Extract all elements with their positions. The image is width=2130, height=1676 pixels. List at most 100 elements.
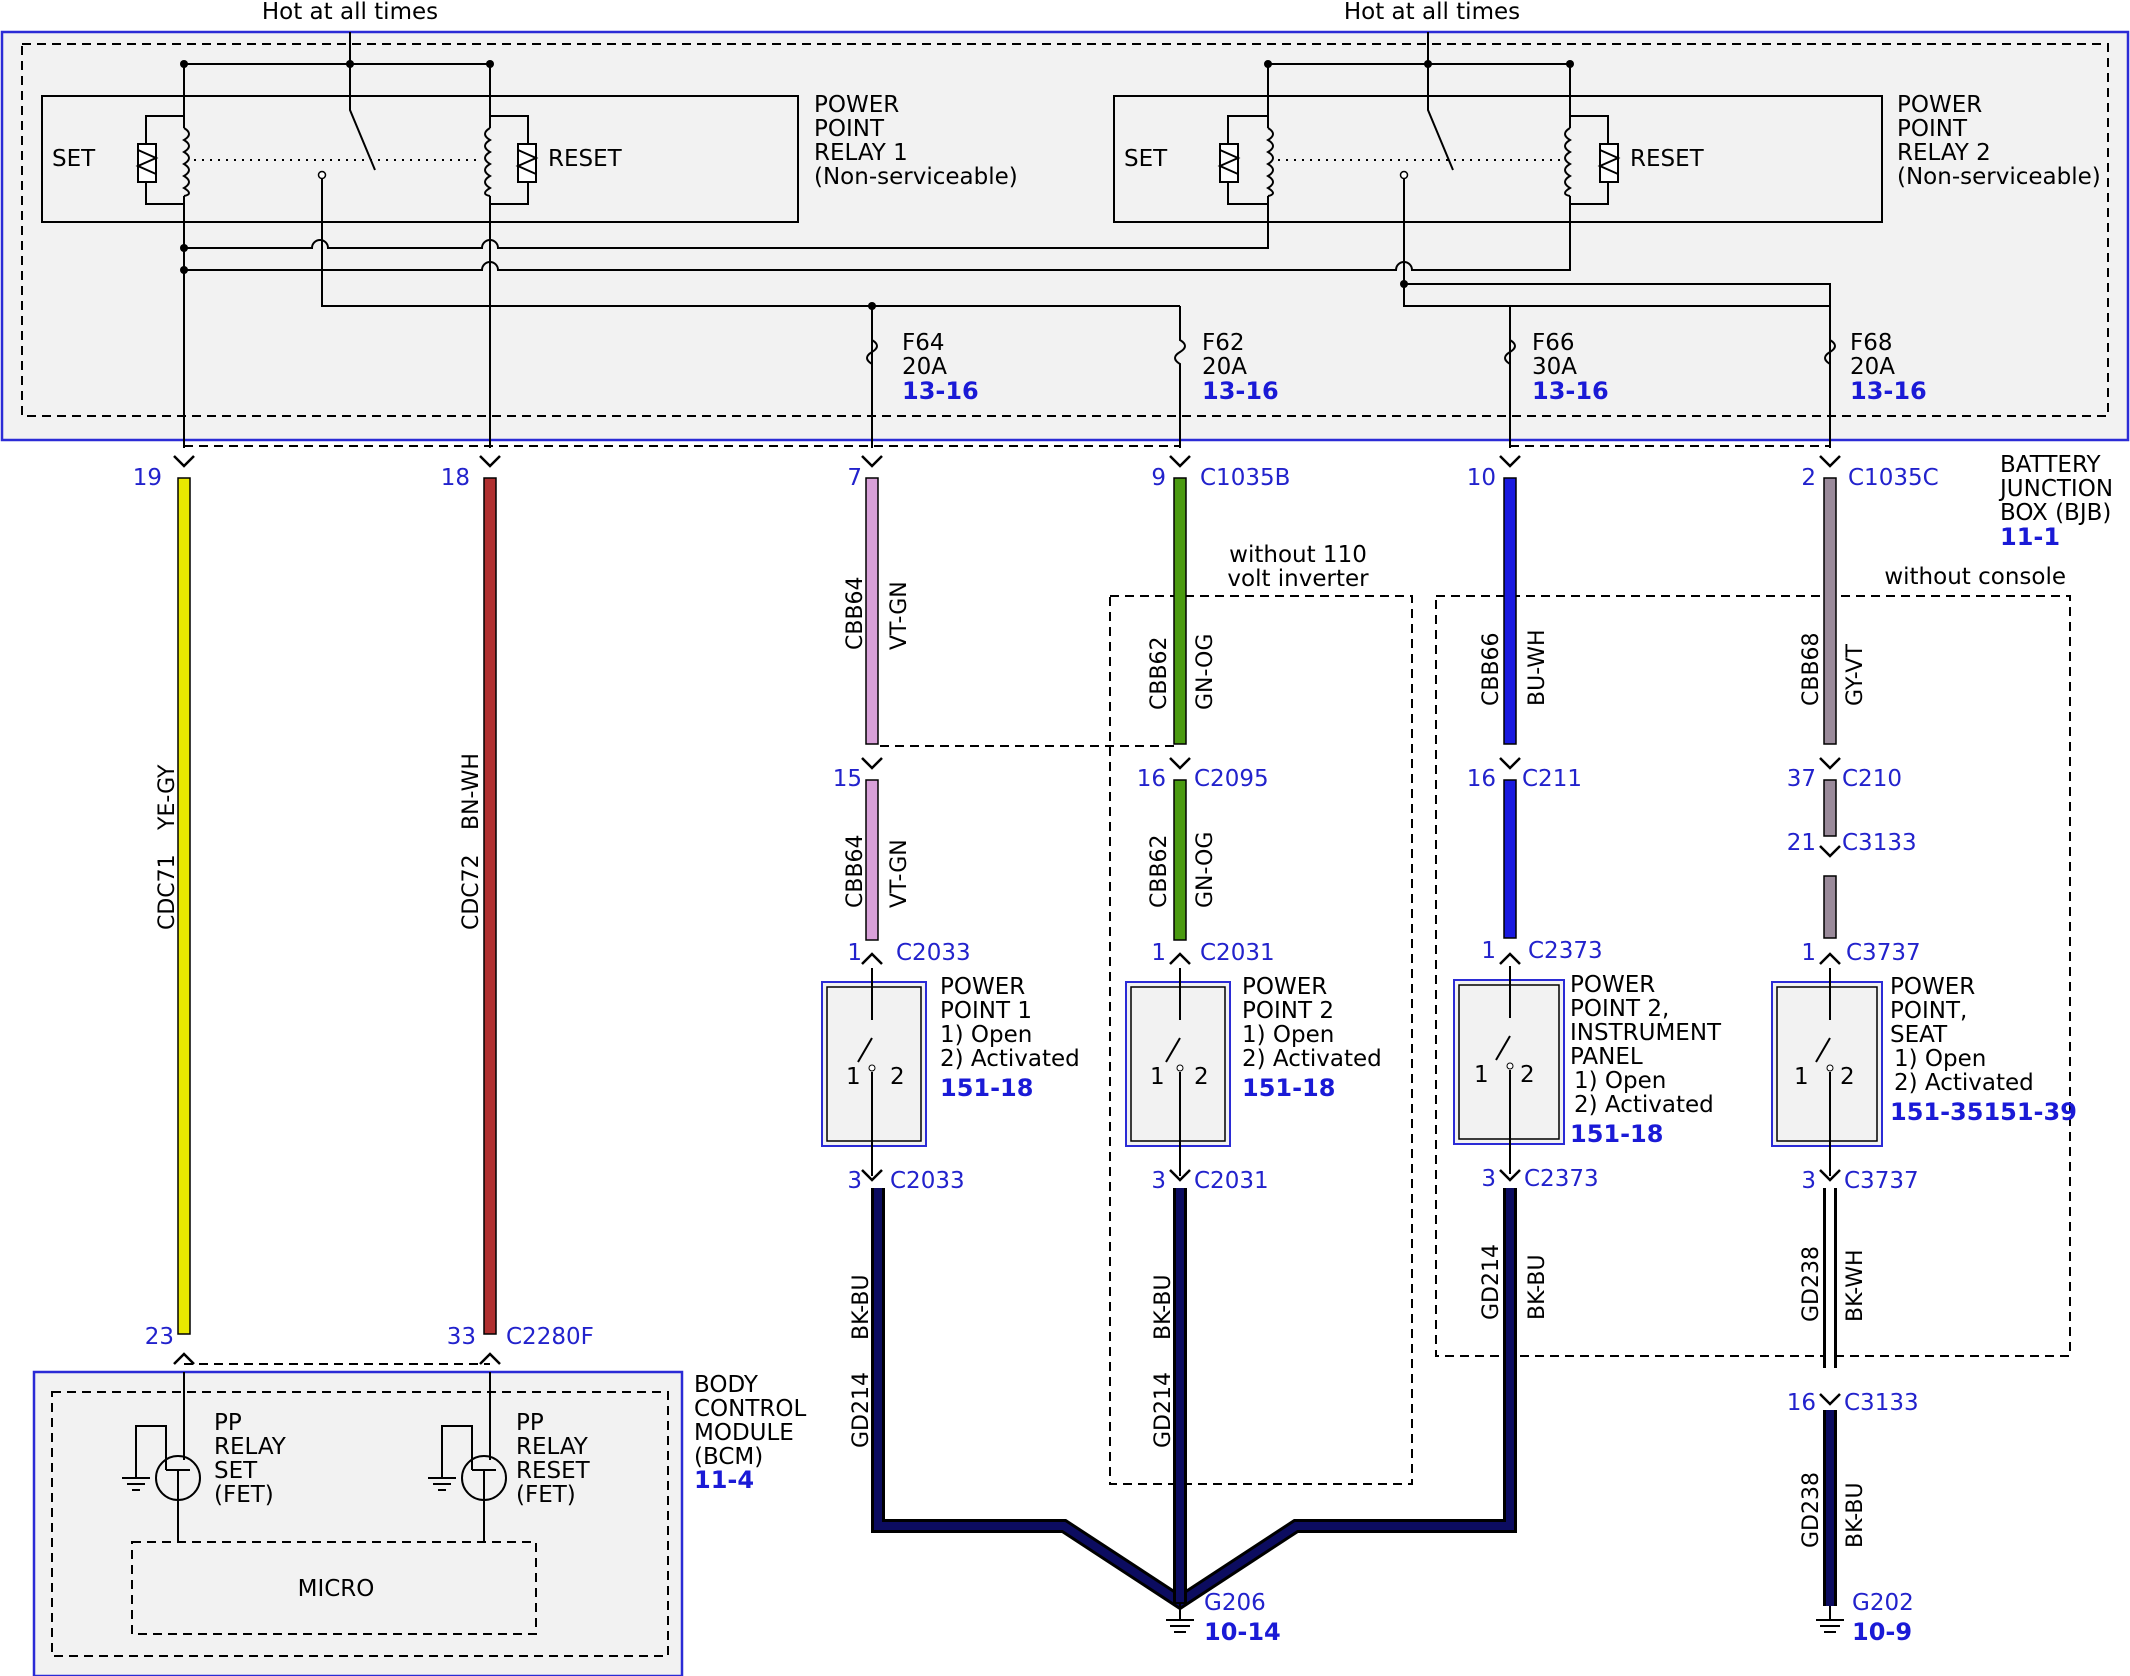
relay2-name-line1: POWER — [1897, 92, 1982, 118]
pp1-ref[interactable]: 151-18 — [940, 1074, 1033, 1102]
fet-reset-line2: RELAY — [516, 1434, 589, 1460]
pp3-switch-pin-2: 2 — [1520, 1062, 1535, 1088]
pp3-line1: POWER — [1570, 972, 1655, 998]
ground-g206[interactable]: G206 — [1204, 1590, 1266, 1616]
pp2-line3: 1) Open — [1242, 1022, 1334, 1048]
wire-cbb68-upper — [1823, 477, 1837, 745]
wire-gd238a — [1826, 1188, 1834, 1368]
wire-cdc72 — [483, 477, 497, 1335]
pp2-ref[interactable]: 151-18 — [1242, 1074, 1335, 1102]
ground-g206-ref[interactable]: 10-14 — [1204, 1618, 1281, 1646]
fet-reset-line1: PP — [516, 1410, 544, 1436]
fuse-f64-ref[interactable]: 13-16 — [902, 377, 979, 405]
pin-16-c2095: 16 — [1137, 766, 1166, 792]
bcm-name-line2: CONTROL — [694, 1396, 807, 1422]
wire-cdc71-circuit: CDC71 — [155, 854, 180, 930]
fuse-f66-name: F66 — [1532, 330, 1575, 356]
pp4-line5: 2) Activated — [1894, 1070, 2034, 1096]
connector-c210[interactable]: C210 — [1842, 766, 1902, 792]
connector-c2033-upper[interactable]: C2033 — [896, 940, 971, 966]
wire-gd214b-circuit: GD214 — [1151, 1372, 1176, 1448]
pin-1-c2033: 1 — [847, 940, 862, 966]
relay1-name-line4: (Non-serviceable) — [814, 164, 1018, 190]
connector-c2373-upper[interactable]: C2373 — [1528, 938, 1603, 964]
relay1-set-label: SET — [52, 146, 96, 172]
pin-21: 21 — [1787, 830, 1816, 856]
body-control-module — [32, 1370, 684, 1676]
connector-c2280f[interactable]: C2280F — [506, 1324, 594, 1350]
connector-c211[interactable]: C211 — [1522, 766, 1582, 792]
pp2-switch-pin-2: 2 — [1194, 1064, 1209, 1090]
connector-c2373-lower[interactable]: C2373 — [1524, 1166, 1599, 1192]
relay2-set-label: SET — [1124, 146, 1168, 172]
bcm-ref[interactable]: 11-4 — [694, 1466, 754, 1494]
bjb-name-line2: JUNCTION — [1998, 476, 2113, 502]
fet-reset-line4: (FET) — [516, 1482, 576, 1508]
bcm-name-line1: BODY — [694, 1372, 759, 1398]
wire-cdc72-circuit: CDC72 — [459, 854, 484, 930]
fet-set-line2: RELAY — [214, 1434, 287, 1460]
wire-gd214 — [874, 1188, 1514, 1607]
connector-c3133-upper[interactable]: C3133 — [1842, 830, 1917, 856]
pp3-line5: 1) Open — [1574, 1068, 1666, 1094]
connector-c1035b[interactable]: C1035B — [1200, 465, 1290, 491]
pp3-switch-pin-1: 1 — [1474, 1062, 1489, 1088]
power-point-seat — [1771, 968, 1883, 1176]
wire-cbb64b-color: VT-GN — [887, 839, 912, 908]
connector-c2031-upper[interactable]: C2031 — [1200, 940, 1275, 966]
wire-gd214a-color: BK-BU — [849, 1274, 874, 1340]
wire-cbb68-mid — [1823, 779, 1837, 837]
pin-15: 15 — [833, 766, 862, 792]
pp4-ref[interactable]: 151-35151-39 — [1890, 1098, 2077, 1126]
pp2-line1: POWER — [1242, 974, 1327, 1000]
relay1-name-line1: POWER — [814, 92, 899, 118]
wire-gd238a-circuit: GD238 — [1799, 1246, 1824, 1322]
wire-cbb62-lower — [1173, 779, 1187, 941]
wire-cdc72-color: BN-WH — [459, 753, 484, 830]
pin-7: 7 — [847, 465, 862, 491]
wire-gd214-center — [1176, 1188, 1184, 1602]
wire-cbb62b-circuit: CBB62 — [1147, 834, 1172, 908]
pin-1-c2031: 1 — [1151, 940, 1166, 966]
pin-3-c2031: 3 — [1151, 1168, 1166, 1194]
ground-g202[interactable]: G202 — [1852, 1590, 1914, 1616]
wire-gd238b — [1826, 1410, 1834, 1606]
connector-c2095[interactable]: C2095 — [1194, 766, 1269, 792]
pp3-ref[interactable]: 151-18 — [1570, 1120, 1663, 1148]
pin-10: 10 — [1467, 465, 1496, 491]
connector-c2031-lower[interactable]: C2031 — [1194, 1168, 1269, 1194]
pin-33: 33 — [447, 1324, 476, 1350]
option-inverter-line1: without 110 — [1229, 542, 1367, 568]
fet-set-line3: SET — [214, 1458, 258, 1484]
connector-c3737-lower[interactable]: C3737 — [1844, 1168, 1919, 1194]
fuse-f64-name: F64 — [902, 330, 945, 356]
fet-reset-line3: RESET — [516, 1458, 591, 1484]
pp4-switch-pin-1: 1 — [1794, 1064, 1809, 1090]
battery-junction-box — [0, 30, 2130, 442]
pp1-line2: POINT 1 — [940, 998, 1032, 1024]
pin-23: 23 — [145, 1324, 174, 1350]
connector-c3737-upper[interactable]: C3737 — [1846, 940, 1921, 966]
pin-9: 9 — [1151, 465, 1166, 491]
option-inverter-line2: volt inverter — [1227, 566, 1369, 592]
pin-1-c3737: 1 — [1801, 940, 1816, 966]
connector-c2033-lower[interactable]: C2033 — [890, 1168, 965, 1194]
option-console: without console — [1884, 564, 2066, 590]
wire-cbb62b-color: GN-OG — [1193, 832, 1218, 908]
pp4-switch-pin-2: 2 — [1840, 1064, 1855, 1090]
fet-set-line1: PP — [214, 1410, 242, 1436]
pp3-line3: INSTRUMENT — [1570, 1020, 1722, 1046]
bcm-name-line3: MODULE — [694, 1420, 794, 1446]
wire-cbb64b-circuit: CBB64 — [843, 834, 868, 908]
fuse-f66-ref[interactable]: 13-16 — [1532, 377, 1609, 405]
pp1-line4: 2) Activated — [940, 1046, 1080, 1072]
ground-g202-ref[interactable]: 10-9 — [1852, 1618, 1912, 1646]
connector-c3133-lower[interactable]: C3133 — [1844, 1390, 1919, 1416]
hot-at-all-times-left: Hot at all times — [262, 0, 438, 25]
fuse-f68-ref[interactable]: 13-16 — [1850, 377, 1927, 405]
bjb-ref[interactable]: 11-1 — [2000, 523, 2060, 551]
connector-symbols — [173, 455, 1841, 1406]
fuse-f62-ref[interactable]: 13-16 — [1202, 377, 1279, 405]
connector-c1035c[interactable]: C1035C — [1848, 465, 1939, 491]
hot-at-all-times-right: Hot at all times — [1344, 0, 1520, 25]
